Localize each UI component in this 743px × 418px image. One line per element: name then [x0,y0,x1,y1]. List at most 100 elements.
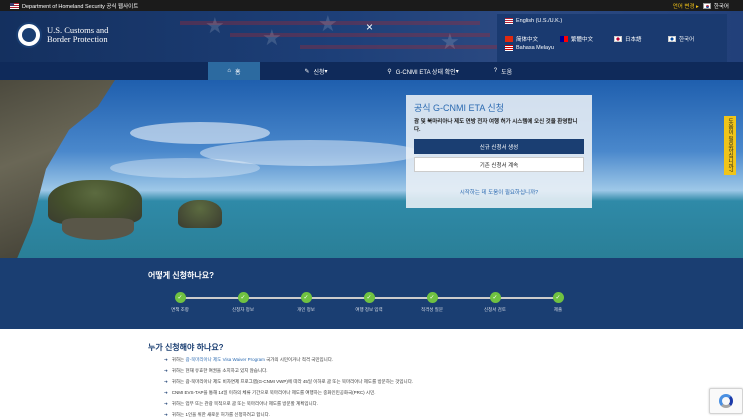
list-item: ➔ 귀하는 현재 유효한 여권을 소지하고 있지 않습니다. [164,368,268,373]
star-decoration: ★ [440,29,460,54]
step-item: ✓ 신청자 정보 [213,292,273,313]
nav-apply-label: 신청 [313,69,325,76]
arrow-right-icon: ➔ [164,401,168,406]
list-item: ➔ 귀하는 괌-북마리아나 제도 Visa Waiver Program 국가의 … [164,357,334,362]
help-icon: ? [493,68,498,74]
continue-application-button[interactable]: 기존 신청서 계속 [414,157,584,172]
japan-flag-icon [614,36,622,42]
list-item: ➔ 귀하는 1인을 위한 새로운 허가를 신청하려고 합니다. [164,412,270,417]
step-item: ✓ 적격성 질문 [402,292,462,313]
current-language-label: 한국어 [713,3,729,10]
step-label: 제출 [553,307,563,312]
help-side-tab-label: 도움이 필요하십니까? [727,118,733,173]
star-decoration: ★ [262,25,282,50]
vwp-link[interactable]: 괌-북마리아나 제도 Visa Waiver Program [185,357,264,362]
panel-title: 공식 G-CNMI ETA 신청 [414,103,504,113]
recaptcha-icon [719,394,733,408]
language-option-simplified-chinese[interactable]: 简体中文 [505,35,538,43]
step-label: 신청자 정보 [232,307,254,312]
korea-flag-icon [702,2,711,9]
nav-help-label: 도움 [501,69,513,76]
close-icon[interactable]: × [366,21,373,33]
nav-help[interactable]: ? 도움 [486,62,520,80]
language-dropdown: English (U.S./U.K.) 简体中文 繁體中文 日本語 한국어 Ba… [497,14,727,62]
change-language-link[interactable]: 언어 변경 ▸ [673,2,699,10]
step-label: 여행 정보 입력 [355,307,383,312]
new-application-button[interactable]: 신규 신청서 생성 [414,139,584,154]
language-label: 简体中文 [516,37,539,43]
arrow-right-icon: ➔ [164,412,168,417]
step-item: ✓ 면책 조항 [150,292,210,313]
who-title: 누가 신청해야 하나요? [148,343,224,352]
step-item: ✓ 여행 정보 입력 [339,292,399,313]
list-item: ➔ CNMI EVS-TAP을 통해 14일 이하의 체류 기간으로 북마리아나 … [164,390,376,395]
help-side-tab[interactable]: 도움이 필요하십니까? [724,116,736,175]
application-panel: 공식 G-CNMI ETA 신청 괌 및 북마리아나 제도 연방 전자 여행 허… [406,95,592,208]
language-option-traditional-chinese[interactable]: 繁體中文 [560,35,593,43]
arrow-right-icon: ➔ [164,390,168,395]
step-label: 신청서 검토 [484,307,506,312]
china-flag-icon [505,36,513,42]
chevron-down-icon: ▾ [324,68,328,75]
check-icon: ✓ [174,292,186,303]
us-uk-flag-icon [505,18,513,24]
who-should-apply-section: 누가 신청해야 하나요? ➔ 귀하는 괌-북마리아나 제도 Visa Waiver… [0,329,743,418]
nav-home[interactable]: ⌂ 홈 [208,62,260,80]
star-decoration: ★ [318,11,338,36]
cbp-logo[interactable]: U.S. Customs and Border Protection [16,22,108,48]
step-label: 적격성 질문 [421,307,443,312]
search-icon: ⚲ [387,68,392,75]
arrow-right-icon: ➔ [164,379,168,384]
language-label: 繁體中文 [571,37,594,43]
list-item: ➔ 귀하는 괌-북마리아나 제도 비자면제 프로그램(G-CNMI VWP)에 따… [164,379,414,384]
steps-title: 어떻게 신청하나요? [148,271,214,280]
panel-description: 괌 및 북마리아나 제도 연방 전자 여행 허가 시스템에 오신 것을 환영합니… [414,119,578,133]
current-language[interactable]: 한국어 [702,2,729,10]
language-label: 日本語 [625,37,642,43]
hero-banner [0,80,743,258]
home-icon: ⌂ [227,68,232,74]
step-item: ✓ 개인 정보 [276,292,336,313]
agency-name-line2: Border Protection [47,34,108,44]
check-icon: ✓ [489,292,501,303]
flag-stripe [300,45,500,49]
help-link[interactable]: 시작하는 데 도움이 필요하십니까? [406,188,592,196]
check-icon: ✓ [552,292,564,303]
chevron-down-icon: ▾ [455,68,459,75]
star-decoration: ★ [205,13,225,38]
gov-banner-text: Department of Homeland Security 공식 웹사이트 [22,3,139,10]
gov-banner: Department of Homeland Security 공식 웹사이트 … [0,0,743,11]
language-option-japanese[interactable]: 日本語 [614,35,642,43]
list-item: ➔ 귀하는 업무 또는 관광 목적으로 괌 또는 북마리아나 제도를 방문할 계획… [164,401,319,406]
korea-flag-icon [668,36,676,42]
language-label: Bahasa Melayu [516,45,554,51]
language-option-korean[interactable]: 한국어 [668,35,694,43]
step-item: ✓ 제출 [528,292,588,313]
nav-status-label: G-CNMI ETA 상태 확인 [395,69,456,76]
arrow-right-icon: ➔ [164,357,168,362]
language-option-english[interactable]: English (U.S./U.K.) [505,18,562,24]
nav-apply[interactable]: ✎ 신청 ▾ [290,62,342,80]
taiwan-flag-icon [560,36,568,42]
cloud [130,122,270,144]
nav-home-label: 홈 [235,69,241,76]
language-label: English (U.S./U.K.) [516,18,563,24]
check-icon: ✓ [237,292,249,303]
recaptcha-badge[interactable] [709,388,743,414]
pencil-icon: ✎ [304,68,310,75]
us-flag-icon [10,2,19,9]
language-option-malay[interactable]: Bahasa Melayu [505,45,554,51]
nav-status[interactable]: ⚲ G-CNMI ETA 상태 확인 ▾ [380,62,466,80]
how-to-apply-section: 어떻게 신청하나요? ✓ 면책 조항 ✓ 신청자 정보 ✓ 개인 정보 ✓ 여행… [0,258,743,329]
step-label: 면책 조항 [171,307,189,312]
cloud [110,158,260,178]
dhs-seal-icon [16,22,42,48]
check-icon: ✓ [300,292,312,303]
small-rock-island-image [178,200,222,228]
rock-base-image [62,218,134,240]
check-icon: ✓ [426,292,438,303]
check-icon: ✓ [363,292,375,303]
step-label: 개인 정보 [297,307,315,312]
step-item: ✓ 신청서 검토 [465,292,525,313]
arrow-right-icon: ➔ [164,368,168,373]
